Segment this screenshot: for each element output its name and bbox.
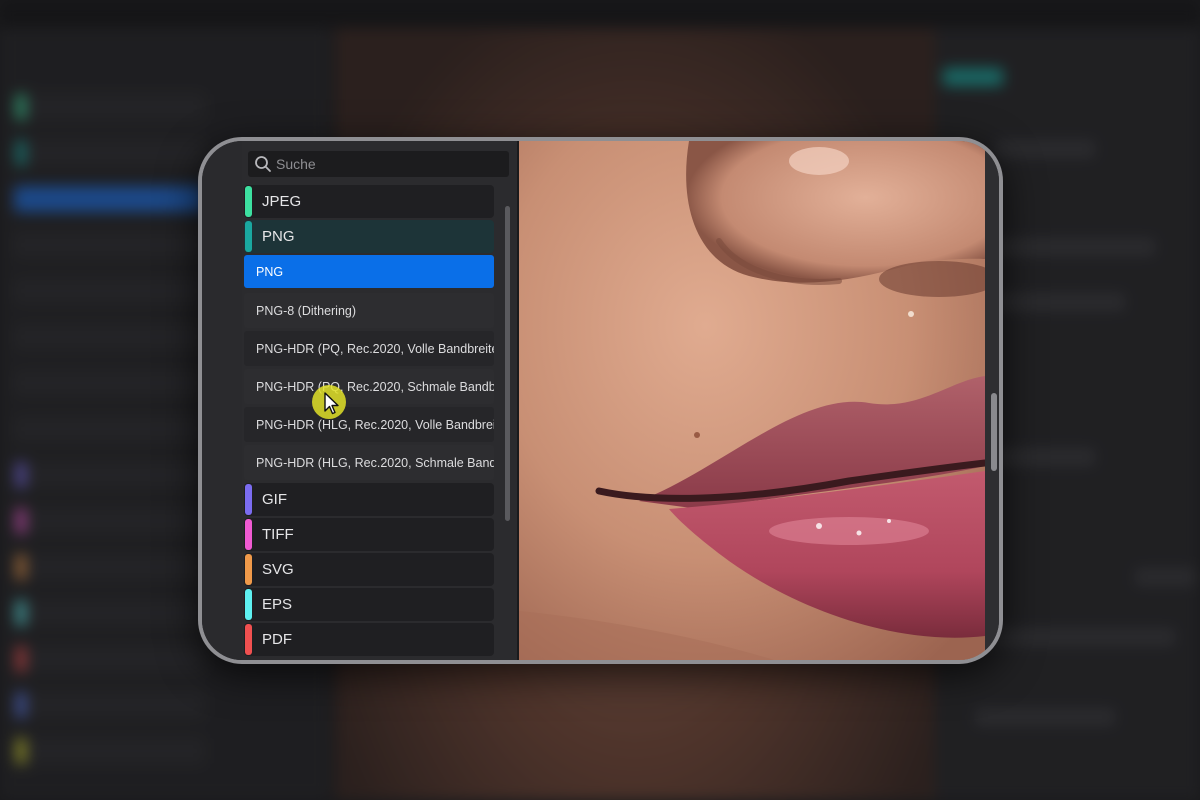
format-label: TIFF <box>262 526 294 543</box>
bg-row <box>14 370 204 396</box>
format-category-gif[interactable]: GIF <box>244 483 494 516</box>
bg-row <box>14 324 204 350</box>
preview-scrollbar[interactable] <box>991 393 997 471</box>
option-label: PNG-HDR (HLG, Rec.2020, Volle Bandbreite… <box>256 417 494 432</box>
bg-row <box>14 462 204 488</box>
format-label: EPS <box>262 596 293 613</box>
png-option-hdr-pq-narrow[interactable]: PNG-HDR (PQ, Rec.2020, Schmale Bandbreit… <box>244 369 494 404</box>
bg-row <box>14 646 204 672</box>
option-label: PNG-HDR (PQ, Rec.2020, Schmale Bandbreit… <box>256 379 494 394</box>
bg-row <box>14 554 204 580</box>
png-option-png[interactable]: PNG <box>244 255 494 288</box>
list-scrollbar[interactable] <box>505 206 510 521</box>
png-option-hdr-pq-full[interactable]: PNG-HDR (PQ, Rec.2020, Volle Bandbreite) <box>244 331 494 366</box>
bg-row <box>14 692 204 718</box>
bg-row <box>14 232 204 258</box>
bg-row <box>14 140 204 166</box>
left-edge-strip <box>202 141 242 660</box>
png-option-hdr-hlg-narrow[interactable]: PNG-HDR (HLG, Rec.2020, Schmale Bandbrei… <box>244 445 494 480</box>
format-category-tiff[interactable]: TIFF <box>244 518 494 551</box>
format-label: PDF <box>262 631 292 648</box>
png-option-hdr-hlg-full[interactable]: PNG-HDR (HLG, Rec.2020, Volle Bandbreite… <box>244 407 494 442</box>
format-category-png[interactable]: PNG <box>244 220 494 253</box>
bg-row-selected <box>14 186 204 212</box>
color-swatch <box>245 221 252 252</box>
format-category-pdf[interactable]: PDF <box>244 623 494 656</box>
format-category-eps[interactable]: EPS <box>244 588 494 621</box>
format-category-svg[interactable]: SVG <box>244 553 494 586</box>
format-label: JPEG <box>262 193 302 210</box>
color-swatch <box>245 519 252 550</box>
bg-row <box>14 94 204 120</box>
color-swatch <box>245 484 252 515</box>
bg-row <box>14 738 204 764</box>
search-box[interactable] <box>248 151 509 177</box>
mouse-pointer-icon <box>324 392 340 421</box>
color-swatch <box>245 554 252 585</box>
bg-row <box>14 508 204 534</box>
format-label: SVG <box>262 561 294 578</box>
option-label: PNG-8 (Dithering) <box>256 303 357 318</box>
search-input[interactable] <box>276 156 496 172</box>
bg-titlebar <box>0 0 1200 28</box>
bg-row <box>14 416 204 442</box>
color-swatch <box>245 186 252 217</box>
preview-image <box>519 141 985 660</box>
option-label: PNG <box>256 264 284 279</box>
bg-row <box>14 600 204 626</box>
format-list: JPEG PNG PNG PNG-8 (Dithering) PNG-HDR (… <box>242 185 494 658</box>
color-swatch <box>245 589 252 620</box>
export-format-panel: JPEG PNG PNG PNG-8 (Dithering) PNG-HDR (… <box>242 141 517 660</box>
option-label: PNG-HDR (HLG, Rec.2020, Schmale Bandbrei… <box>256 455 494 470</box>
format-label: PNG <box>262 228 295 245</box>
search-icon <box>254 155 272 173</box>
png-option-png-8[interactable]: PNG-8 (Dithering) <box>244 293 494 328</box>
format-category-jpeg[interactable]: JPEG <box>244 185 494 218</box>
format-label: GIF <box>262 491 287 508</box>
bg-row <box>14 278 204 304</box>
option-label: PNG-HDR (PQ, Rec.2020, Volle Bandbreite) <box>256 341 494 356</box>
color-swatch <box>245 624 252 655</box>
